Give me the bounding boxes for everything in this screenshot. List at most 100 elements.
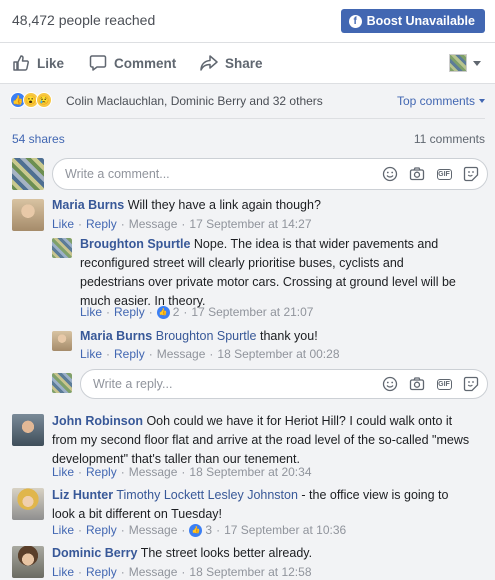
shares-count[interactable]: 54 shares <box>12 132 65 146</box>
comment-text-line: look a bit different on Tuesday! <box>52 507 223 521</box>
share-icon <box>200 55 218 71</box>
comment-reply-link[interactable]: Reply <box>86 217 117 231</box>
gif-icon[interactable]: GIF <box>436 376 452 392</box>
reaction-count[interactable]: 👍 3 <box>189 523 212 537</box>
reply-message-link[interactable]: Message <box>157 347 206 361</box>
comment-text-line: from my second floor flat and arrive at … <box>52 433 470 447</box>
composer-tools: GIF <box>382 166 479 182</box>
composer-tools: GIF <box>382 376 479 392</box>
chevron-down-icon <box>473 60 481 66</box>
comment-timestamp[interactable]: 17 September at 14:27 <box>189 217 311 231</box>
avatar[interactable] <box>12 414 44 446</box>
reaction-icons[interactable]: 👍 😮 😢 <box>10 92 52 108</box>
comment-timestamp[interactable]: 18 September at 20:34 <box>189 465 311 479</box>
reply-author[interactable]: Broughton Spurtle <box>80 237 190 251</box>
comment-timestamp[interactable]: 17 September at 10:36 <box>224 523 346 537</box>
like-icon: 👍 <box>156 305 170 319</box>
comment-like-link[interactable]: Like <box>52 465 74 479</box>
emoji-icon[interactable] <box>382 166 398 182</box>
reply-text-line: pedestrians over private motor cars. Cro… <box>80 275 456 289</box>
comment-body: Liz Hunter Timothy Lockett Lesley Johnst… <box>52 486 492 524</box>
post-actions: Like Comment Share <box>0 43 495 83</box>
chevron-down-icon <box>479 99 485 103</box>
camera-icon[interactable] <box>409 166 425 182</box>
avatar[interactable] <box>12 199 44 231</box>
reply-text: thank you! <box>259 329 318 343</box>
reply-like-link[interactable]: Like <box>80 305 102 319</box>
avatar[interactable] <box>52 238 72 258</box>
reply-meta: Like · Reply · Message · 18 September at 00… <box>80 347 340 361</box>
comment-like-link[interactable]: Like <box>52 523 74 537</box>
sticker-icon[interactable] <box>463 376 479 392</box>
reply-body: Broughton Spurtle Nope. The idea is that… <box>80 235 490 311</box>
reply-like-link[interactable]: Like <box>80 347 102 361</box>
comment-sort-dropdown[interactable]: Top comments <box>397 94 485 108</box>
comment-reply-link[interactable]: Reply <box>86 465 117 479</box>
like-icon: 👍 <box>189 523 203 537</box>
reply-input[interactable]: Write a reply... GIF <box>80 369 488 399</box>
like-button[interactable]: Like <box>12 54 64 72</box>
reaction-names[interactable]: Colin Maclauchlan, Dominic Berry and 32 … <box>66 94 323 108</box>
camera-icon[interactable] <box>409 376 425 392</box>
comment-body: John Robinson Ooh could we have it for H… <box>52 412 492 469</box>
reply-timestamp[interactable]: 17 September at 21:07 <box>191 305 313 319</box>
facebook-icon: f <box>348 14 362 28</box>
comment-timestamp[interactable]: 18 September at 12:58 <box>189 565 311 579</box>
boost-button[interactable]: f Boost Unavailable <box>340 9 485 33</box>
comment-reply-link[interactable]: Reply <box>86 565 117 579</box>
comment-author[interactable]: Dominic Berry <box>52 546 137 560</box>
reaction-number: 3 <box>205 523 213 537</box>
comment-meta: Like · Reply · Message · 18 September at 12… <box>52 565 312 579</box>
emoji-icon[interactable] <box>382 376 398 392</box>
comment-like-link[interactable]: Like <box>52 565 74 579</box>
comment-message-link[interactable]: Message <box>129 565 178 579</box>
comment-message-link[interactable]: Message <box>129 217 178 231</box>
comment-button[interactable]: Comment <box>89 54 176 72</box>
reply-reply-link[interactable]: Reply <box>114 305 145 319</box>
comment-meta: Like · Reply · Message · 18 September at 20… <box>52 465 312 479</box>
sort-label: Top comments <box>396 94 475 108</box>
comment-icon <box>89 55 107 71</box>
post-insights-bar: 48,472 people reached f Boost Unavailabl… <box>0 0 495 42</box>
gif-icon[interactable]: GIF <box>436 166 452 182</box>
comment-like-link[interactable]: Like <box>52 217 74 231</box>
comment-text-line: - the office view is going to <box>297 488 449 502</box>
sad-icon: 😢 <box>36 92 52 108</box>
thumbs-up-icon <box>13 55 29 71</box>
reply-author[interactable]: Maria Burns <box>80 329 152 343</box>
comment-body: Maria Burns Will they have a link again … <box>52 196 482 215</box>
comment-author[interactable]: Maria Burns <box>52 198 124 212</box>
reach-count: 48,472 people reached <box>12 12 156 28</box>
avatar[interactable] <box>12 488 44 520</box>
comment-mentions[interactable]: Timothy Lockett Lesley Johnston <box>116 488 298 502</box>
avatar[interactable] <box>52 331 72 351</box>
reply-placeholder: Write a reply... <box>93 377 173 391</box>
reply-text-line: reconfigured street will clearly priorit… <box>80 256 404 270</box>
comment-author[interactable]: John Robinson <box>52 414 143 428</box>
share-button[interactable]: Share <box>200 54 263 72</box>
comment-input[interactable]: Write a comment... GIF <box>52 158 488 190</box>
reaction-count[interactable]: 👍 2 <box>156 305 179 319</box>
user-avatar <box>12 158 44 190</box>
sticker-icon[interactable] <box>463 166 479 182</box>
engagement-counts: 54 shares 11 comments <box>0 132 495 148</box>
avatar[interactable] <box>12 546 44 578</box>
page-selector[interactable] <box>449 54 481 72</box>
comment-reply-link[interactable]: Reply <box>86 523 117 537</box>
reply-mention[interactable]: Broughton Spurtle <box>156 329 257 343</box>
reply-reply-link[interactable]: Reply <box>114 347 145 361</box>
comment-text: Will they have a link again though? <box>127 198 321 212</box>
comment-text: The street looks better already. <box>140 546 313 560</box>
reply-text-line: Nope. The idea is that wider pavements a… <box>193 237 439 251</box>
comment-placeholder: Write a comment... <box>65 167 170 181</box>
comment-message-link[interactable]: Message <box>129 465 178 479</box>
share-label: Share <box>225 55 263 71</box>
reply-body: Maria Burns Broughton Spurtle thank you! <box>80 327 490 346</box>
comment-text-line: Ooh could we have it for Heriot Hill? I … <box>146 414 453 428</box>
reply-timestamp[interactable]: 18 September at 00:28 <box>217 347 339 361</box>
comment-message-link[interactable]: Message <box>129 523 178 537</box>
comment-meta: Like · Reply · Message · 17 September at 14… <box>52 217 312 231</box>
comment-meta: Like · Reply · Message · 👍 3 · 17 September a… <box>52 523 347 537</box>
comment-author[interactable]: Liz Hunter <box>52 488 113 502</box>
comments-count[interactable]: 11 comments <box>414 132 485 146</box>
